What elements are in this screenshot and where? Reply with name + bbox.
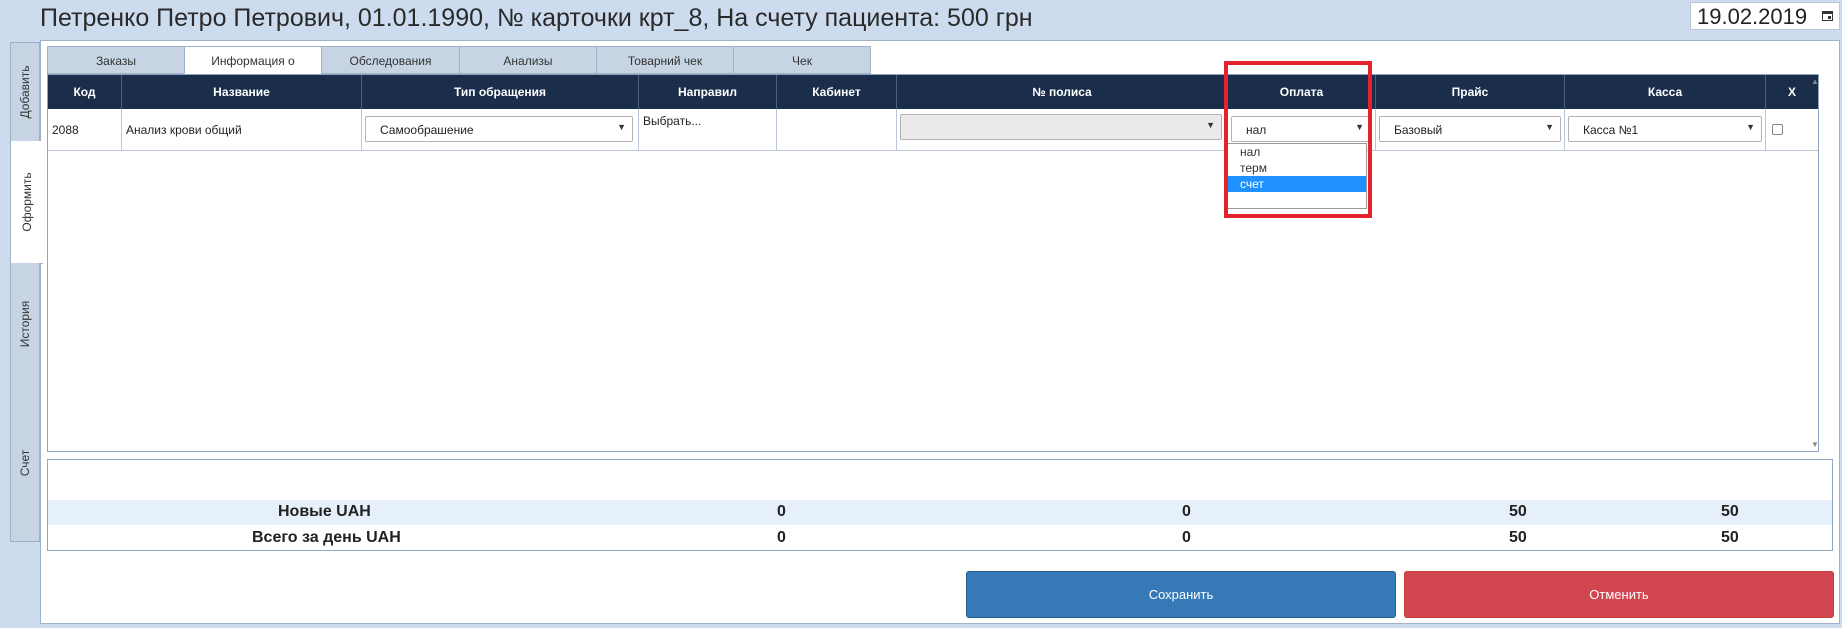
cell-name-text: Анализ крови общий: [126, 123, 242, 137]
cell-cashbox: Касса №1 ▼: [1565, 109, 1766, 150]
summary-label: Всего за день UAH: [252, 529, 401, 546]
summary-value: 0: [1182, 529, 1191, 546]
cell-referrer: Выбрать...: [639, 109, 777, 150]
chevron-down-icon: ▼: [1206, 120, 1215, 130]
cell-policy: ▼: [897, 109, 1228, 150]
col-header-name[interactable]: Название: [122, 75, 362, 109]
tab-orders[interactable]: Заказы: [47, 46, 185, 74]
cell-code: 2088: [48, 109, 122, 150]
col-header-code[interactable]: Код: [48, 75, 122, 109]
col-header-cashbox[interactable]: Касса: [1565, 75, 1766, 109]
side-tab-add-label: Добавить: [18, 65, 32, 119]
top-tab-bar: Заказы Информация о Обследования Анализы…: [47, 46, 871, 74]
summary-panel: Новые UAH 0 0 50 50 Всего за день UAH 0 …: [47, 459, 1833, 551]
row-checkbox[interactable]: [1772, 124, 1783, 135]
price-select[interactable]: Базовый ▼: [1379, 116, 1561, 142]
highlight-annotation: [1224, 61, 1372, 218]
scroll-down-icon[interactable]: ▼: [1811, 440, 1819, 449]
cell-price: Базовый ▼: [1376, 109, 1565, 150]
table-row[interactable]: 2088 Анализ крови общий Самообрашение ▼ …: [48, 109, 1818, 151]
tab-receipt[interactable]: Чек: [733, 46, 871, 74]
summary-value: 50: [1721, 529, 1739, 546]
patient-info-title: Петренко Петро Петрович, 01.01.1990, № к…: [40, 4, 1033, 32]
save-button[interactable]: Сохранить: [966, 571, 1396, 618]
col-header-price[interactable]: Прайс: [1376, 75, 1565, 109]
chevron-down-icon: ▼: [1545, 122, 1554, 132]
side-tab-add[interactable]: Добавить: [11, 43, 39, 142]
tab-examinations[interactable]: Обследования: [321, 46, 460, 74]
scroll-up-icon[interactable]: ▲: [1811, 77, 1819, 86]
tab-goods-receipt[interactable]: Товарний чек: [596, 46, 734, 74]
summary-value: 50: [1509, 503, 1527, 520]
col-header-policy[interactable]: № полиса: [897, 75, 1228, 109]
chevron-down-icon: ▼: [617, 122, 626, 132]
summary-value: 50: [1721, 503, 1739, 520]
summary-value: 50: [1509, 529, 1527, 546]
summary-row-total: Всего за день UAH 0 0 50 50: [48, 526, 1832, 551]
cell-code-text: 2088: [52, 123, 79, 137]
summary-value: 0: [777, 529, 786, 546]
col-header-referrer[interactable]: Направил: [639, 75, 777, 109]
tab-analyses[interactable]: Анализы: [459, 46, 597, 74]
calendar-icon[interactable]: [1822, 11, 1833, 21]
referrer-select[interactable]: Выбрать...: [643, 114, 701, 128]
col-header-cabinet[interactable]: Кабинет: [777, 75, 897, 109]
side-tab-bar: Добавить Оформить История Счет: [10, 42, 43, 542]
cashbox-value: Касса №1: [1583, 123, 1639, 137]
col-header-visit-type[interactable]: Тип обращения: [362, 75, 639, 109]
price-value: Базовый: [1394, 123, 1443, 137]
side-tab-history-label: История: [18, 300, 32, 348]
table-scrollbar[interactable]: ▲ ▼: [1810, 75, 1820, 451]
chevron-down-icon: ▼: [1746, 122, 1755, 132]
summary-value: 0: [1182, 503, 1191, 520]
visit-type-value: Самообрашение: [380, 123, 474, 137]
orders-table: Код Название Тип обращения Направил Каби…: [47, 74, 1819, 452]
policy-select[interactable]: ▼: [900, 114, 1222, 140]
cell-visit-type: Самообрашение ▼: [362, 109, 639, 150]
date-value: 19.02.2019: [1697, 4, 1808, 29]
side-tab-process[interactable]: Оформить: [11, 141, 43, 264]
tab-information[interactable]: Информация о: [184, 46, 322, 74]
summary-value: 0: [777, 503, 786, 520]
summary-label: Новые UAH: [278, 503, 371, 520]
date-picker[interactable]: 19.02.2019: [1690, 2, 1840, 30]
cancel-button[interactable]: Отменить: [1404, 571, 1834, 618]
cashbox-select[interactable]: Касса №1 ▼: [1568, 116, 1762, 142]
visit-type-select[interactable]: Самообрашение ▼: [365, 116, 633, 142]
side-tab-history[interactable]: История: [11, 263, 39, 386]
side-tab-process-label: Оформить: [20, 172, 34, 232]
cell-name: Анализ крови общий: [122, 109, 362, 150]
summary-row-new: Новые UAH 0 0 50 50: [48, 500, 1832, 525]
side-tab-account[interactable]: Счет: [11, 385, 39, 541]
side-tab-account-label: Счет: [18, 449, 32, 477]
cell-cabinet: [777, 109, 897, 150]
table-header: Код Название Тип обращения Направил Каби…: [48, 75, 1818, 109]
